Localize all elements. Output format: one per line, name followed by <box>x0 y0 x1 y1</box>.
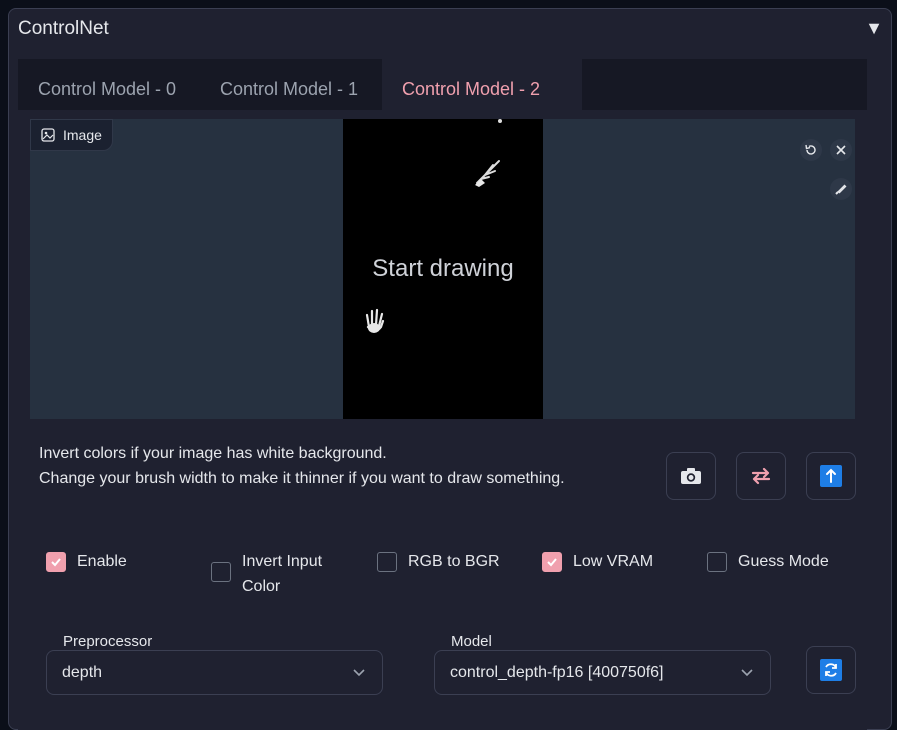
image-label-badge: Image <box>30 119 113 151</box>
panel-title: ControlNet <box>18 18 109 39</box>
option-invert-input-color[interactable]: Invert Input Color <box>211 549 351 599</box>
guess-mode-label: Guess Mode <box>738 553 829 570</box>
rgb-to-bgr-checkbox[interactable] <box>377 552 397 572</box>
enable-checkbox[interactable] <box>46 552 66 572</box>
swap-button[interactable] <box>736 452 786 500</box>
info-text: Invert colors if your image has white ba… <box>39 441 565 491</box>
check-icon <box>51 558 61 567</box>
enable-label: Enable <box>77 553 127 570</box>
collapse-toggle-icon[interactable]: ▼ <box>865 18 883 39</box>
option-low-vram[interactable]: Low VRAM <box>542 549 653 574</box>
model-label: Model <box>451 633 492 650</box>
option-rgb-to-bgr[interactable]: RGB to BGR <box>377 549 500 574</box>
invert-input-color-label: Invert Input Color <box>242 553 323 595</box>
low-vram-checkbox[interactable] <box>542 552 562 572</box>
check-icon <box>547 558 557 567</box>
drawing-canvas[interactable]: Start drawing <box>343 119 543 419</box>
rgb-to-bgr-label: RGB to BGR <box>408 553 500 570</box>
tab-control-model-0[interactable]: Control Model - 0 <box>38 79 176 100</box>
guess-mode-checkbox[interactable] <box>707 552 727 572</box>
close-icon <box>836 145 846 155</box>
model-value: control_depth-fp16 [400750f6] <box>450 663 664 681</box>
low-vram-label: Low VRAM <box>573 553 654 570</box>
camera-button[interactable] <box>666 452 716 500</box>
tab-bar: Control Model - 0 Control Model - 1 Cont… <box>18 59 867 113</box>
refresh-models-button[interactable] <box>806 646 856 694</box>
send-up-button[interactable] <box>806 452 856 500</box>
refresh-icon <box>820 659 842 681</box>
model-select[interactable]: control_depth-fp16 [400750f6] <box>434 650 771 695</box>
tab-control-model-1[interactable]: Control Model - 1 <box>220 79 358 100</box>
preprocessor-value: depth <box>62 663 103 681</box>
chevron-down-icon <box>741 669 753 677</box>
brush-button[interactable] <box>830 178 852 200</box>
undo-icon <box>805 144 816 155</box>
send-up-icon <box>820 465 842 487</box>
tab-control-model-2[interactable]: Control Model - 2 <box>402 79 540 100</box>
canvas-placeholder: Start drawing <box>372 255 514 282</box>
clear-button[interactable] <box>830 139 852 161</box>
camera-icon <box>681 468 701 484</box>
hand-drawing-edge <box>498 119 502 123</box>
option-guess-mode[interactable]: Guess Mode <box>707 549 829 574</box>
image-icon <box>41 128 55 142</box>
image-label-text: Image <box>63 127 102 143</box>
chevron-down-icon <box>353 669 365 677</box>
swap-arrows-icon <box>751 467 771 485</box>
brush-icon <box>835 184 847 195</box>
invert-input-color-checkbox[interactable] <box>211 562 231 582</box>
undo-button[interactable] <box>800 139 822 161</box>
preprocessor-select[interactable]: depth <box>46 650 383 695</box>
info-line-1: Invert colors if your image has white ba… <box>39 445 387 462</box>
hand-drawing-top <box>475 160 500 187</box>
option-enable[interactable]: Enable <box>46 549 127 574</box>
info-line-2: Change your brush width to make it thinn… <box>39 470 565 487</box>
hand-drawing-bottom <box>365 308 385 333</box>
preprocessor-label: Preprocessor <box>63 633 153 650</box>
